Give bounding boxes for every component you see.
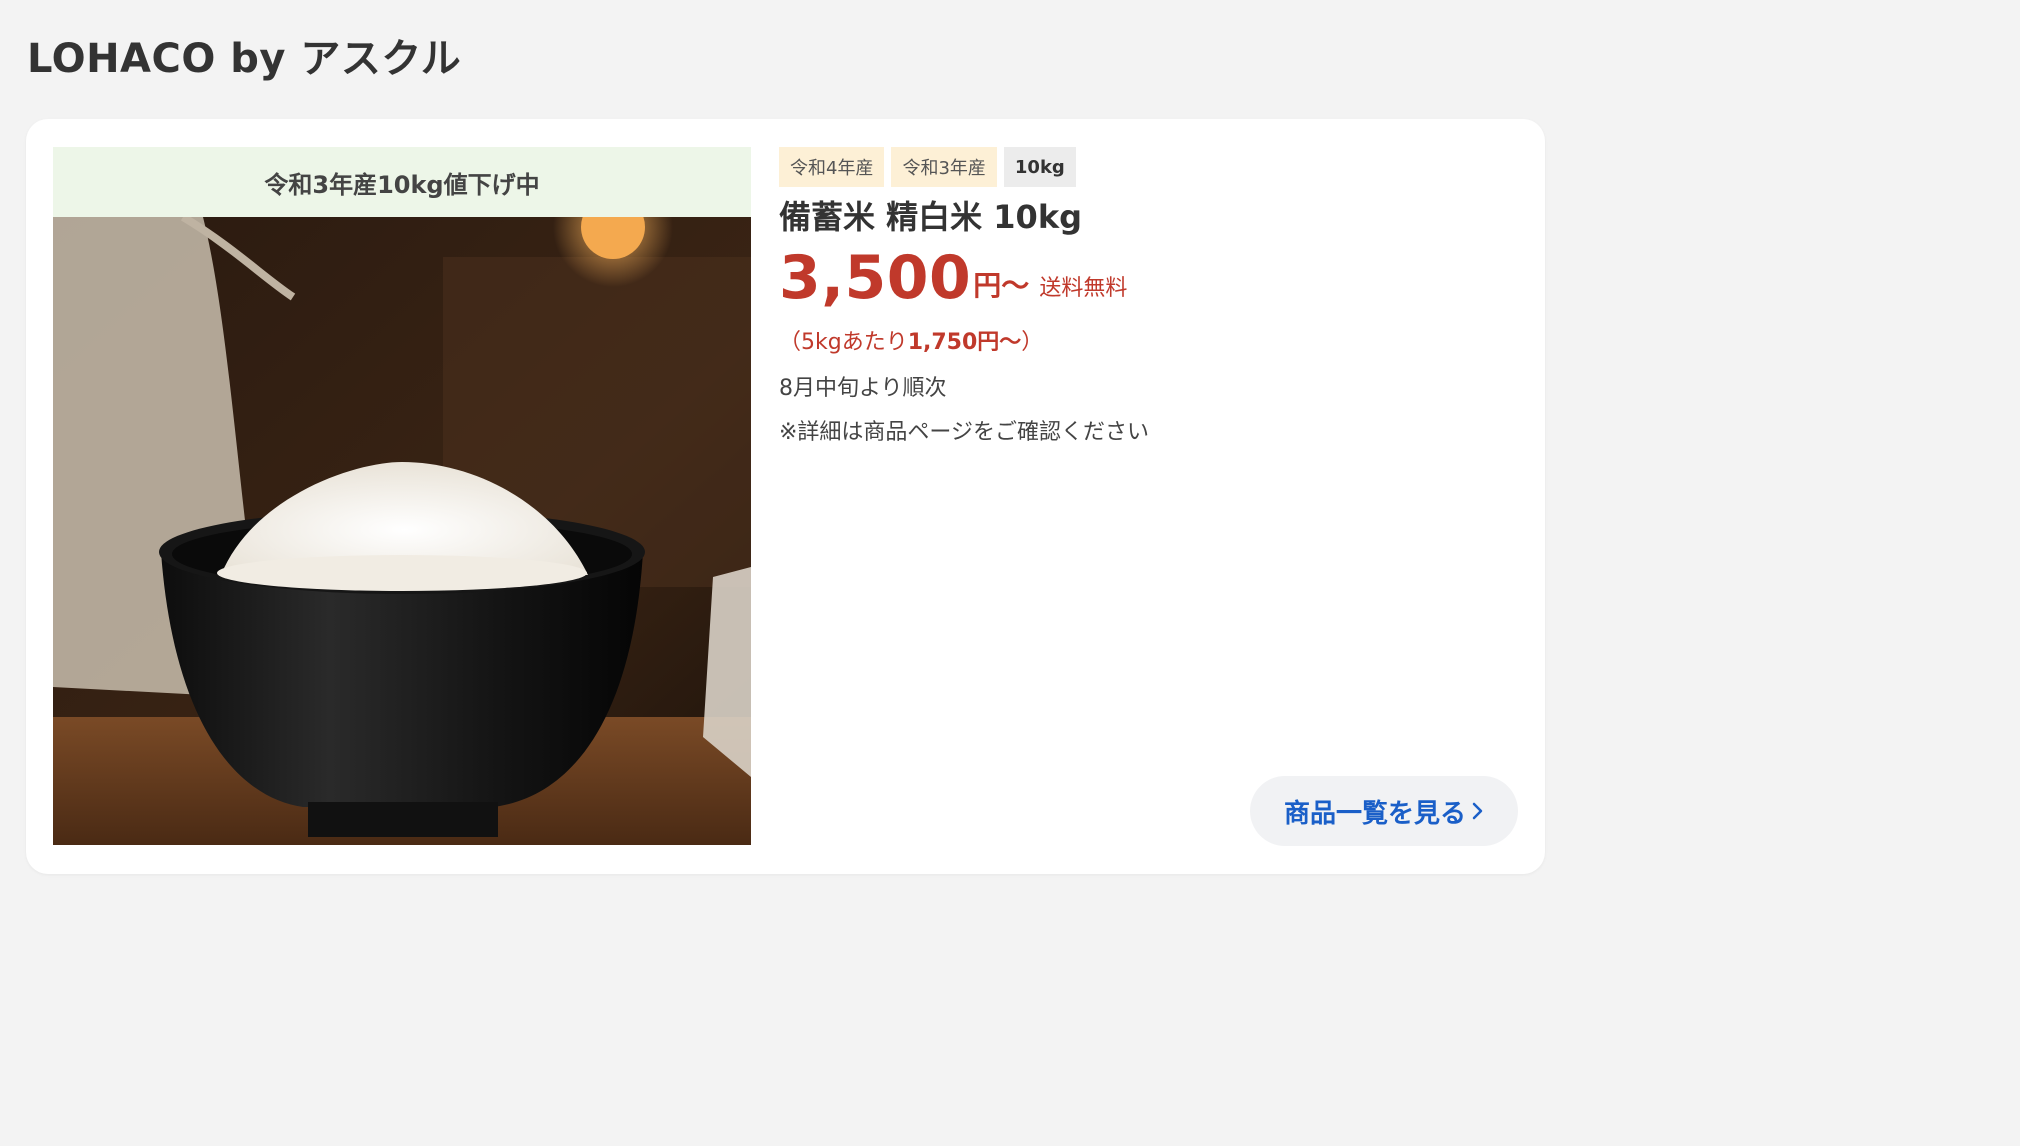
tag-harvest-r3: 令和3年産: [891, 147, 997, 187]
view-products-label: 商品一覧を見る: [1283, 798, 1466, 829]
product-info: 令和4年産 令和3年産 10kg 備蓄米 精白米 10kg 3,500 円〜 送…: [779, 147, 1519, 446]
free-shipping-label: 送料無料: [1039, 276, 1128, 302]
price-amount: 3,500: [779, 243, 972, 314]
price-unit: 円〜: [973, 269, 1030, 303]
product-image: [53, 217, 751, 845]
price: 3,500 円〜 送料無料: [779, 248, 1519, 308]
unit-price-suffix: ）: [1021, 330, 1044, 356]
detail-note: ※詳細は商品ページをご確認ください: [779, 420, 1149, 446]
unit-price: （5kgあたり1,750円〜）: [779, 324, 1519, 356]
shop-title: LOHACO by アスクル: [27, 36, 462, 82]
tag-weight: 10kg: [1003, 147, 1076, 187]
view-products-button[interactable]: 商品一覧を見る: [1250, 776, 1518, 846]
product-media[interactable]: 令和3年産10kg値下げ中: [53, 147, 751, 845]
product-name[interactable]: 備蓄米 精白米 10kg: [779, 198, 1519, 236]
tag-harvest-r4: 令和4年産: [779, 147, 885, 187]
product-card[interactable]: 令和3年産10kg値下げ中 令和4年産 令和3年産 10kg 備蓄米 精白米 1…: [26, 119, 1545, 874]
unit-price-amount: 1,750円〜: [907, 330, 1022, 356]
tag-list: 令和4年産 令和3年産 10kg: [779, 147, 1519, 187]
unit-price-prefix: （5kgあたり: [779, 330, 908, 356]
promo-banner: 令和3年産10kg値下げ中: [53, 147, 751, 217]
shipping-schedule: 8月中旬より順次: [779, 376, 947, 402]
chevron-right-icon: [1472, 802, 1483, 820]
